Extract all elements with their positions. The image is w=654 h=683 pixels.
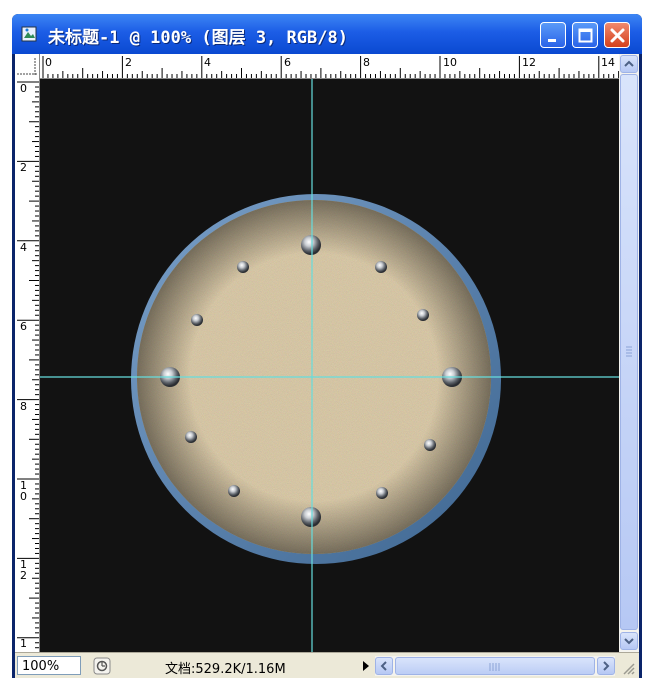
horizontal-scroll-thumb[interactable] [395,657,595,675]
image-canvas[interactable] [40,79,619,652]
vertical-ruler[interactable]: 0 2 4 6 8 1 0 1 2 1 [15,78,40,652]
ruler-label: 1 2 [20,558,27,582]
scroll-right-button[interactable] [597,657,615,675]
bead-small [185,431,197,443]
bead-large [301,235,321,255]
ruler-origin-icon [17,58,37,76]
ruler-label: 0 [20,82,27,95]
play-arrow-icon[interactable] [361,658,371,674]
bead-small [417,309,429,321]
document-client-area: 0 2 4 6 8 10 12 14 0 2 4 6 8 1 0 1 2 1 1… [15,54,639,678]
bead-small [424,439,436,451]
resize-grip-icon[interactable] [621,661,635,675]
ruler-label: 6 [20,320,27,333]
document-window: 未标题-1 @ 100% (图层 3, RGB/8) 0 2 4 6 8 10 … [12,14,642,678]
bead-small [228,485,240,497]
horizontal-scrollbar[interactable] [375,656,615,676]
photoshop-document-icon [21,26,37,42]
ruler-label: 1 0 [20,479,27,503]
minimize-button[interactable] [540,22,566,48]
scroll-up-button[interactable] [620,55,638,73]
horizontal-ruler[interactable]: 0 2 4 6 8 10 12 14 [15,54,619,79]
close-button[interactable] [604,22,630,48]
chevron-down-icon [624,638,634,645]
scroll-left-button[interactable] [375,657,393,675]
ruler-label: 2 [20,161,27,174]
title-bar[interactable]: 未标题-1 @ 100% (图层 3, RGB/8) [12,14,642,54]
status-menu-icon[interactable] [93,657,111,675]
chevron-right-icon [603,661,610,671]
status-bar: 100% 文档:529.2K/1.16M [15,652,639,678]
ruler-label: 2 [125,56,132,69]
vertical-scrollbar[interactable] [619,54,639,652]
document-size-info: 文档:529.2K/1.16M [165,662,286,677]
ruler-label: 1 [20,637,27,650]
ruler-label: 4 [204,56,211,69]
grip-icon [489,663,500,671]
bead-small [191,314,203,326]
window-title: 未标题-1 @ 100% (图层 3, RGB/8) [48,28,348,48]
vertical-scroll-thumb[interactable] [620,74,638,630]
bead-small [375,261,387,273]
ruler-origin[interactable] [15,54,40,79]
canvas-artwork [40,79,619,652]
ruler-label: 0 [45,56,52,69]
ruler-label: 4 [20,241,27,254]
chevron-left-icon [380,661,387,671]
bead-small [376,487,388,499]
ruler-label: 8 [20,400,27,413]
grip-icon [626,346,632,357]
scroll-down-button[interactable] [620,632,638,650]
zoom-field[interactable]: 100% [17,656,81,675]
chevron-up-icon [624,60,634,67]
ruler-label: 10 [443,56,457,69]
ruler-label: 6 [284,56,291,69]
ruler-label: 12 [522,56,536,69]
bead-large [301,507,321,527]
minimize-icon [548,39,556,42]
ruler-label: 14 [601,56,615,69]
maximize-button[interactable] [572,22,598,48]
bead-small [237,261,249,273]
ruler-label: 8 [363,56,370,69]
maximize-icon [578,28,593,43]
close-icon [610,28,625,43]
